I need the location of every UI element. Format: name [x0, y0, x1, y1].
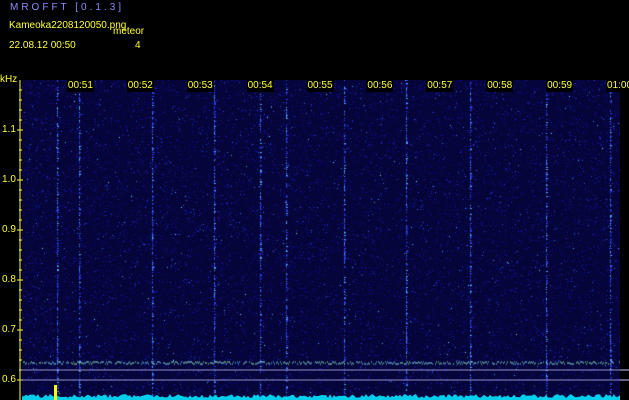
x-tick-label: 00:57	[426, 80, 454, 92]
x-tick-label: 00:55	[306, 80, 334, 92]
x-tick-label: 01:00	[606, 80, 629, 92]
y-tick-label: 0.7	[2, 324, 16, 335]
y-tick-label: 0.8	[2, 274, 16, 285]
x-tick-label: 00:59	[546, 80, 574, 92]
x-tick-label: 00:58	[486, 80, 514, 92]
y-tick-label: 1.1	[2, 124, 16, 135]
x-tick-label: 00:53	[186, 80, 214, 92]
y-tick-label: 0.9	[2, 224, 16, 235]
x-tick-label: 00:54	[246, 80, 274, 92]
x-tick-label: 00:51	[66, 80, 94, 92]
x-tick-label: 00:56	[366, 80, 394, 92]
y-tick-label: 0.6	[2, 374, 16, 385]
signal-level-trace	[22, 394, 620, 400]
x-tick-label: 00:52	[126, 80, 154, 92]
meteor-blip	[54, 385, 57, 400]
spectrogram-overlay	[17, 80, 629, 400]
y-tick-label: 1.0	[2, 174, 16, 185]
